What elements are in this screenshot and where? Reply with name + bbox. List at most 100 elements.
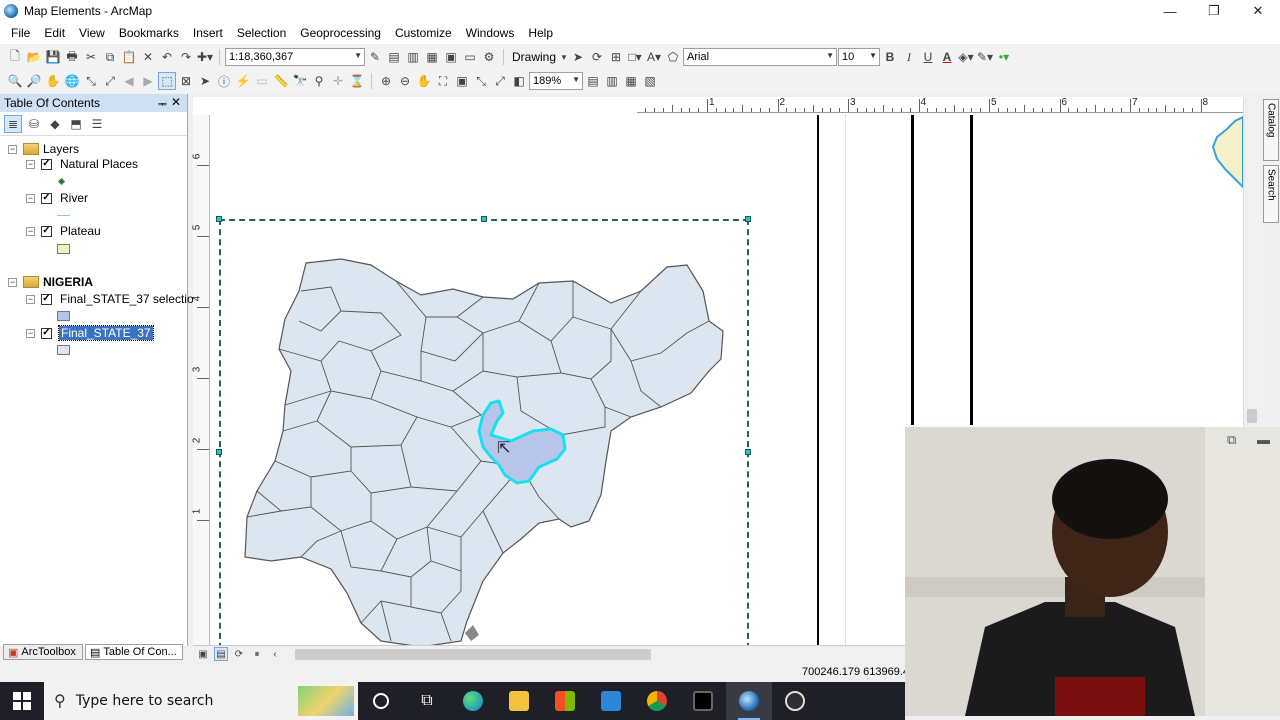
data-frame-element[interactable]: ⇱	[219, 219, 749, 649]
drawing-menu[interactable]: Drawing	[509, 50, 559, 64]
layout-zoom-combo[interactable]: 189% ▼	[529, 72, 583, 90]
fixed-zoom-out-icon[interactable]: ⤢	[101, 72, 119, 90]
html-popup-icon[interactable]: ▭	[253, 72, 271, 90]
resize-handle-right[interactable]	[745, 449, 751, 455]
add-data-icon[interactable]: ✚▾	[196, 48, 214, 66]
file-explorer-taskbar-button[interactable]	[496, 682, 542, 720]
forward-extent-icon[interactable]: ▶	[139, 72, 157, 90]
collapse-icon[interactable]: −	[26, 159, 35, 169]
zoom-whole-page-icon[interactable]: ⛶	[434, 72, 452, 90]
resize-handle-top-right[interactable]	[745, 216, 751, 222]
undo-icon[interactable]: ↶	[158, 48, 176, 66]
measure-icon[interactable]: 📏	[272, 72, 290, 90]
table-of-contents-window-icon[interactable]: ▤	[385, 48, 403, 66]
layer-row-river[interactable]: − ✓ River	[26, 191, 88, 205]
font-color-button[interactable]: A	[938, 48, 956, 66]
map-scale-combo[interactable]: 1:18,360,367 ▼	[225, 48, 365, 66]
collapse-icon[interactable]: −	[26, 294, 35, 304]
menu-bookmarks[interactable]: Bookmarks	[112, 22, 186, 44]
previous-extent-layout-icon[interactable]: ◧	[510, 72, 528, 90]
layer-visibility-checkbox[interactable]: ✓	[41, 158, 52, 170]
marker-color-icon[interactable]: •▾	[995, 48, 1013, 66]
zoom-out-icon[interactable]: 🔎	[25, 72, 43, 90]
start-button[interactable]	[0, 682, 44, 720]
terminal-taskbar-button[interactable]	[680, 682, 726, 720]
list-by-selection-icon[interactable]: ⬒	[67, 115, 85, 133]
popout-icon[interactable]: ⧉	[1227, 432, 1236, 448]
change-layout-icon[interactable]: ▦	[622, 72, 640, 90]
collapse-icon[interactable]: −	[26, 226, 35, 236]
arctoolbox-icon[interactable]: ▣	[442, 48, 460, 66]
data-view-icon[interactable]: ▣	[196, 647, 210, 661]
editor-toolbar-icon[interactable]: ✎	[366, 48, 384, 66]
menu-file[interactable]: File	[4, 22, 37, 44]
select-features-icon[interactable]: ⬚	[158, 72, 176, 90]
options-icon[interactable]: ☰	[88, 115, 106, 133]
scroll-left-icon[interactable]: ‹	[268, 647, 282, 661]
layout-view-icon[interactable]: ▤	[214, 647, 228, 661]
font-name-combo[interactable]: Arial ▼	[683, 48, 838, 66]
redo-icon[interactable]: ↷	[177, 48, 195, 66]
underline-button[interactable]: U	[919, 48, 937, 66]
data-driven-pages-icon[interactable]: ▧	[641, 72, 659, 90]
rectangle-tool-icon[interactable]: □▾	[626, 48, 644, 66]
resize-handle-left[interactable]	[216, 449, 222, 455]
time-slider-icon[interactable]: ⌛	[348, 72, 366, 90]
copy-icon[interactable]: ⧉	[101, 48, 119, 66]
select-elements-icon[interactable]: ➤	[196, 72, 214, 90]
list-by-visibility-icon[interactable]: ◆	[46, 115, 64, 133]
cut-icon[interactable]: ✂	[82, 48, 100, 66]
open-folder-icon[interactable]: 📂	[25, 48, 43, 66]
model-builder-icon[interactable]: ⚙	[480, 48, 498, 66]
minimize-overlay-icon[interactable]: ▬	[1257, 432, 1270, 447]
font-size-combo[interactable]: 10 ▼	[838, 48, 881, 66]
paste-icon[interactable]: 📋	[120, 48, 138, 66]
pin-icon[interactable]: ᆍ	[158, 96, 167, 111]
menu-selection[interactable]: Selection	[230, 22, 293, 44]
close-icon[interactable]: ✕	[171, 95, 181, 109]
layer-visibility-checkbox[interactable]: ✓	[41, 225, 52, 237]
pause-drawing-icon[interactable]: ⏸	[250, 647, 264, 661]
tab-catalog[interactable]: Catalog	[1263, 99, 1279, 161]
back-extent-icon[interactable]: ◀	[120, 72, 138, 90]
layer-visibility-checkbox[interactable]: ✓	[41, 293, 52, 305]
mail-taskbar-button[interactable]	[588, 682, 634, 720]
clear-selection-icon[interactable]: ⊠	[177, 72, 195, 90]
delete-icon[interactable]: ✕	[139, 48, 157, 66]
select-elements-icon[interactable]: ➤	[569, 48, 587, 66]
drawing-menu-arrow-icon[interactable]: ▼	[560, 48, 568, 66]
menu-insert[interactable]: Insert	[186, 22, 230, 44]
horizontal-scrollbar-thumb[interactable]	[295, 649, 651, 660]
layer-row-natural-places[interactable]: − ✓ Natural Places	[26, 157, 138, 171]
minimize-button[interactable]: —	[1148, 0, 1192, 22]
tab-search[interactable]: Search	[1263, 165, 1279, 223]
menu-help[interactable]: Help	[521, 22, 560, 44]
layer-row-plateau[interactable]: − ✓ Plateau	[26, 224, 101, 238]
bold-button[interactable]: B	[881, 48, 899, 66]
tab-arctoolbox[interactable]: ▣ ArcToolbox	[3, 644, 83, 660]
layout-pan-icon[interactable]: ✋	[415, 72, 433, 90]
full-extent-icon[interactable]: 🌐	[63, 72, 81, 90]
zoom-to-selected-icon[interactable]: ⊞	[607, 48, 625, 66]
resize-handle-top[interactable]	[481, 216, 487, 222]
fill-color-icon[interactable]: ◈▾	[957, 48, 975, 66]
hyperlink-icon[interactable]: ⚡	[234, 72, 252, 90]
edit-vertices-icon[interactable]: ⬠	[664, 48, 682, 66]
arcmap-taskbar-button[interactable]	[726, 682, 772, 720]
toggle-draft-mode-icon[interactable]: ▤	[584, 72, 602, 90]
print-icon[interactable]: 🖶	[63, 48, 81, 66]
close-button[interactable]: ✕	[1236, 0, 1280, 22]
list-by-source-icon[interactable]: ⛁	[25, 115, 43, 133]
data-frame-layers[interactable]: − Layers	[8, 142, 79, 156]
edge-taskbar-button[interactable]	[450, 682, 496, 720]
italic-button[interactable]: I	[900, 48, 918, 66]
layer-visibility-checkbox[interactable]: ✓	[41, 327, 52, 339]
fixed-zoom-in-icon[interactable]: ⤡	[82, 72, 100, 90]
line-color-icon[interactable]: ✎▾	[976, 48, 994, 66]
scrollbar-thumb[interactable]	[1247, 409, 1257, 423]
zoom-100-percent-icon[interactable]: ▣	[453, 72, 471, 90]
obs-taskbar-button[interactable]	[772, 682, 818, 720]
zoom-in-icon[interactable]: 🔍	[6, 72, 24, 90]
layout-zoom-out-icon[interactable]: ⊖	[396, 72, 414, 90]
menu-windows[interactable]: Windows	[459, 22, 522, 44]
